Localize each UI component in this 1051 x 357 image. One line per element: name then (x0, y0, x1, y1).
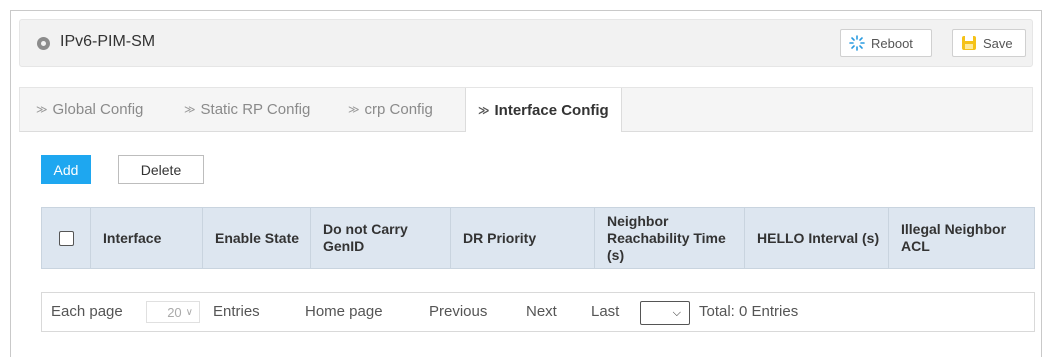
chevron-down-icon: ∨ (185, 306, 193, 318)
tab-static-rp-config[interactable]: ≫ Static RP Config (184, 88, 310, 131)
page-header: IPv6-PIM-SM Reboot Save (19, 19, 1033, 67)
tab-label: crp Config (364, 101, 433, 118)
total-entries: Total: 0 Entries (699, 303, 799, 320)
select-all-cell (42, 208, 90, 268)
select-all-checkbox[interactable] (58, 230, 74, 246)
chevron-right-icon: ≫ (478, 104, 490, 117)
tab-interface-config[interactable]: ≫ Interface Config (465, 88, 622, 132)
last-link[interactable]: Last (591, 303, 619, 320)
column-header: Illegal Neighbor ACL (888, 208, 1034, 268)
page-size-select[interactable]: 20 ∨ (146, 301, 200, 323)
reboot-label: Reboot (871, 35, 913, 51)
circle-icon (37, 37, 50, 50)
reboot-button[interactable]: Reboot (840, 29, 932, 57)
column-header: DR Priority (450, 208, 594, 268)
tab-global-config[interactable]: ≫ Global Config (36, 88, 143, 131)
chevron-right-icon: ≫ (36, 104, 48, 116)
column-header: Enable State (202, 208, 310, 268)
panel: IPv6-PIM-SM Reboot Save ≫ Global Config … (10, 10, 1042, 357)
chevron-down-icon: ⌵ (672, 306, 681, 319)
entries-label: Entries (213, 303, 260, 320)
add-button[interactable]: Add (41, 155, 91, 184)
chevron-right-icon: ≫ (184, 104, 196, 116)
pagination-bar: Each page 20 ∨ Entries Home page Previou… (41, 292, 1035, 332)
page-size-value: 20 (167, 304, 182, 320)
tab-crp-config[interactable]: ≫ crp Config (348, 88, 433, 131)
column-header: HELLO Interval (s) (744, 208, 888, 268)
column-header: Do not Carry GenID (310, 208, 450, 268)
table-header: Interface Enable State Do not Carry GenI… (41, 207, 1035, 269)
tab-label: Global Config (52, 101, 144, 118)
page-select[interactable]: ⌵ (640, 301, 690, 325)
each-page-label: Each page (51, 303, 123, 320)
tab-bar: ≫ Global Config ≫ Static RP Config ≫ crp… (19, 87, 1033, 132)
save-icon (961, 35, 977, 51)
column-header: Neighbor Reachability Time (s) (594, 208, 744, 268)
next-link[interactable]: Next (526, 303, 557, 320)
home-page-link[interactable]: Home page (305, 303, 383, 320)
page-title: IPv6-PIM-SM (60, 33, 156, 50)
delete-button[interactable]: Delete (118, 155, 204, 184)
column-header: Interface (90, 208, 202, 268)
tab-label: Static RP Config (200, 101, 311, 118)
chevron-right-icon: ≫ (348, 104, 360, 116)
tab-label: Interface Config (494, 101, 609, 119)
reboot-icon (849, 35, 865, 51)
save-label: Save (983, 35, 1013, 51)
previous-link[interactable]: Previous (429, 303, 487, 320)
save-button[interactable]: Save (952, 29, 1026, 57)
